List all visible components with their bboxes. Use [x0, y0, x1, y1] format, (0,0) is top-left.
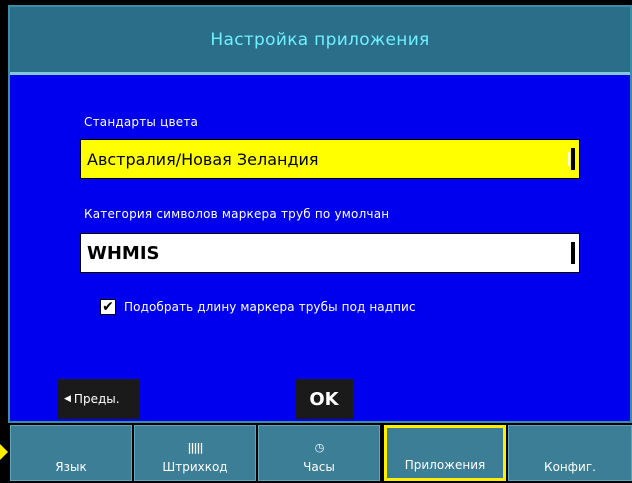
bottom-tab-bar: Язык ||||| Штрихкод ◷ Часы Приложения Ко…: [0, 423, 632, 483]
pipe-marker-category-label: Категория символов маркера труб по умолч…: [84, 207, 390, 221]
pipe-marker-category-value: WHMIS: [87, 242, 160, 264]
tab-label: Часы: [303, 460, 335, 474]
fit-length-row[interactable]: ✔ Подобрать длину маркера трубы под надп…: [100, 299, 416, 315]
page-title: Настройка приложения: [210, 29, 430, 50]
tab-label: Конфиг.: [544, 460, 596, 474]
color-standards-select[interactable]: Австралия/Новая Зеландия: [80, 139, 580, 179]
ok-button[interactable]: OK: [295, 379, 353, 419]
tab-language[interactable]: Язык: [10, 425, 132, 481]
scroll-handle-icon[interactable]: [568, 148, 575, 170]
fit-length-checkbox[interactable]: ✔: [100, 299, 116, 315]
prev-button-label: Преды.: [73, 392, 120, 406]
fit-length-label: Подобрать длину маркера трубы под надпис: [124, 300, 416, 314]
pipe-marker-category-select[interactable]: WHMIS: [80, 233, 580, 273]
app-setup-window: Настройка приложения Стандарты цвета Авс…: [8, 5, 632, 423]
color-standards-value: Австралия/Новая Зеландия: [87, 149, 319, 169]
prev-button[interactable]: ◀ Преды.: [58, 379, 140, 419]
clock-icon: ◷: [314, 441, 325, 454]
tab-label: Приложения: [404, 458, 486, 472]
scroll-handle-icon[interactable]: [568, 242, 575, 264]
arrow-left-icon: ◀: [64, 394, 71, 404]
scroll-left-icon[interactable]: [0, 444, 8, 460]
tab-label: Штрихкод: [162, 460, 228, 474]
tab-label: Язык: [55, 460, 87, 474]
color-standards-label: Стандарты цвета: [84, 115, 199, 129]
ok-button-label: OK: [309, 388, 339, 410]
tab-applications[interactable]: Приложения: [384, 425, 506, 481]
title-bar: Настройка приложения: [10, 7, 630, 75]
barcode-icon: |||||: [187, 441, 203, 454]
tab-clock[interactable]: ◷ Часы: [258, 425, 380, 481]
tab-barcode[interactable]: ||||| Штрихкод: [134, 425, 256, 481]
tab-config[interactable]: Конфиг.: [508, 425, 632, 481]
